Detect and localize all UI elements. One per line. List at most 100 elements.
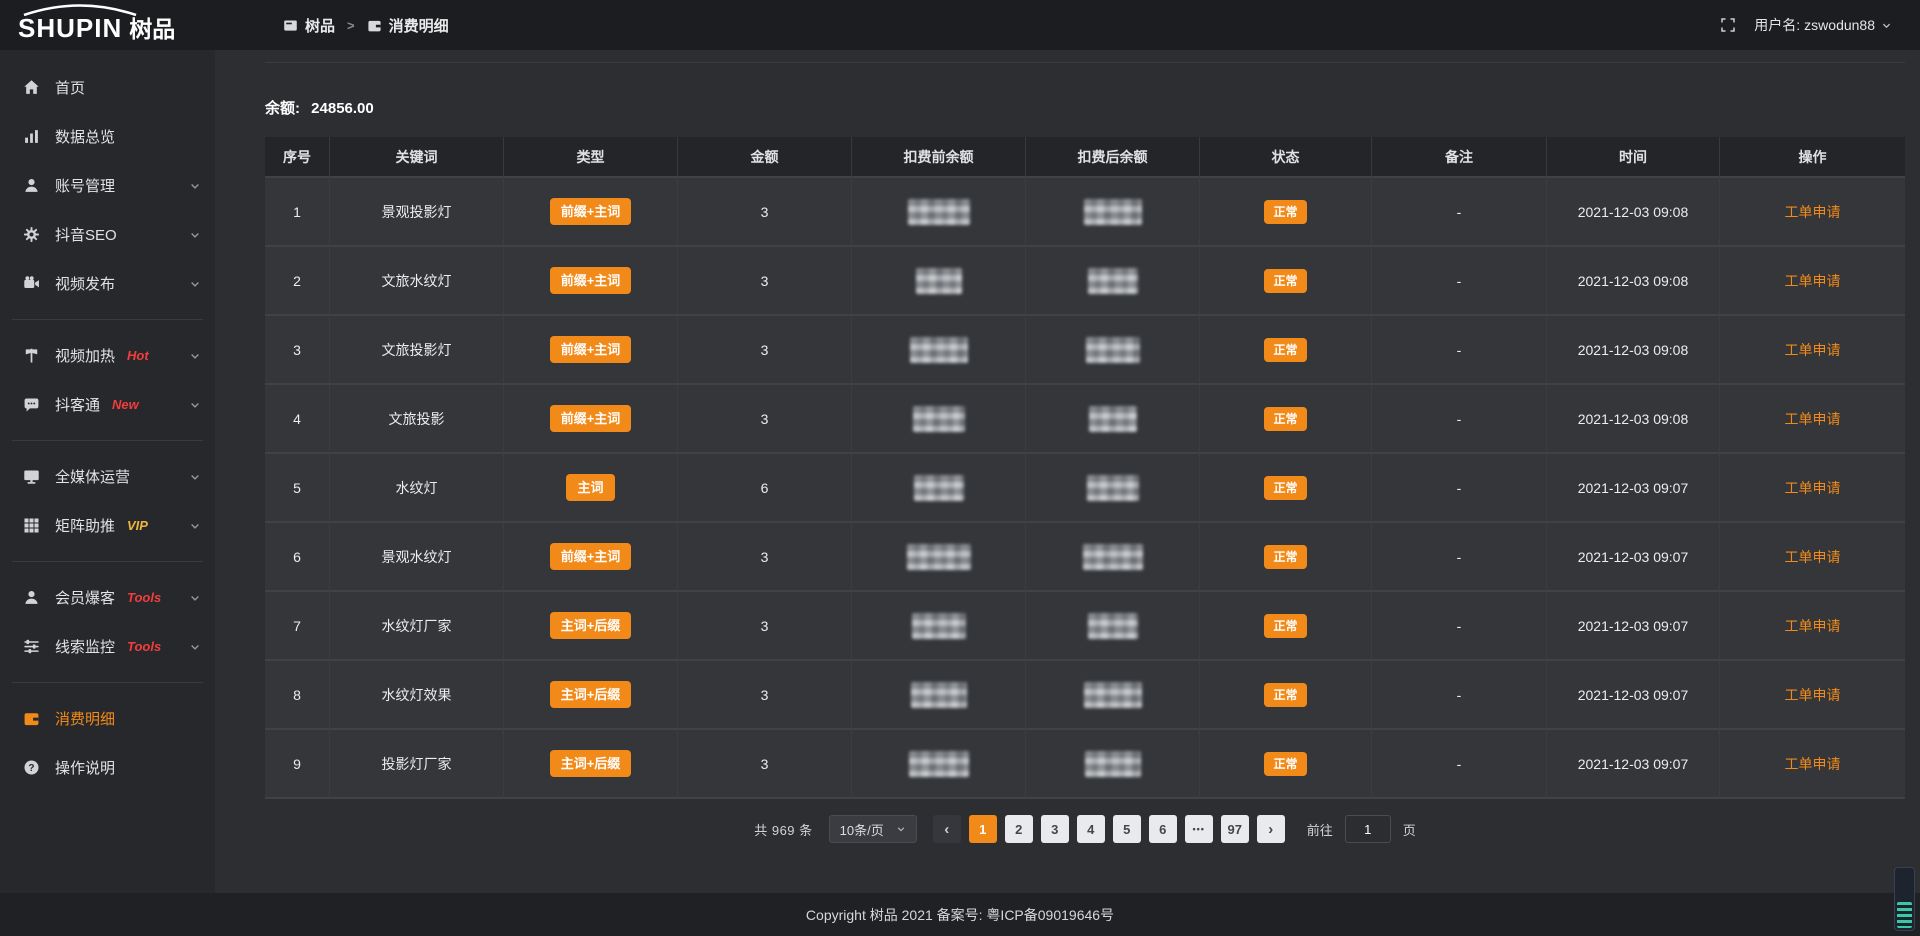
sidebar-item-tag: Hot [127,348,149,363]
cell-post-balance [1026,661,1200,730]
sidebar-item-all-media-operation[interactable]: 全媒体运营 [0,452,215,501]
chevron-down-icon [189,278,201,290]
chevron-down-icon [189,520,201,532]
cell-status: 正常 [1200,385,1372,454]
wallet-icon [22,710,41,727]
work-order-link[interactable]: 工单申请 [1785,618,1841,634]
table-row: 6景观水纹灯前缀+主词3正常-2021-12-03 09:07工单申请 [265,523,1905,592]
sidebar-item-label: 消费明细 [55,708,115,729]
next-page-button[interactable]: › [1257,815,1285,843]
user-icon [22,589,41,606]
brand-logo[interactable]: SHUPIN 树品 [0,0,215,50]
cell-status: 正常 [1200,523,1372,592]
page-button-3[interactable]: 3 [1041,815,1069,843]
status-badge: 正常 [1264,545,1306,569]
chevron-down-icon [189,592,201,604]
cell-index: 9 [265,730,330,799]
sidebar-item-operation-guide[interactable]: ?操作说明 [0,743,215,792]
sidebar-item-label: 抖音SEO [55,224,117,245]
sidebar-item-matrix-boost[interactable]: 矩阵助推VIP [0,501,215,550]
scroll-widget[interactable] [1894,867,1915,931]
cell-amount: 6 [678,454,852,523]
sidebar-item-data-overview[interactable]: 数据总览 [0,112,215,161]
masked-balance [1089,406,1137,432]
sidebar-item-douyin-seo[interactable]: 抖音SEO [0,210,215,259]
grid-icon [22,517,41,534]
cell-pre-balance [852,661,1026,730]
masked-balance [907,544,971,570]
sidebar-item-member-marketing[interactable]: 会员爆客Tools [0,573,215,622]
chevron-down-icon [189,180,201,192]
work-order-link[interactable]: 工单申请 [1785,756,1841,772]
cell-time: 2021-12-03 09:08 [1547,247,1720,316]
work-order-link[interactable]: 工单申请 [1785,687,1841,703]
sidebar-divider [12,682,203,683]
column-header-4: 扣费前余额 [852,137,1026,178]
work-order-link[interactable]: 工单申请 [1785,549,1841,565]
page-button-5[interactable]: 5 [1113,815,1141,843]
sidebar-item-account-management[interactable]: 账号管理 [0,161,215,210]
total-count: 共 969 条 [754,820,812,839]
user-icon [22,177,41,194]
sidebar-item-consumption-detail[interactable]: 消费明细 [0,694,215,743]
breadcrumb-shupin[interactable]: 树品 [305,15,335,36]
prev-page-button[interactable]: ‹ [933,815,961,843]
cell-post-balance [1026,730,1200,799]
status-badge: 正常 [1264,269,1306,293]
work-order-link[interactable]: 工单申请 [1785,342,1841,358]
chevron-down-icon [896,824,906,834]
sidebar: 首页数据总览账号管理抖音SEO视频发布视频加热Hot抖客通New全媒体运营矩阵助… [0,50,215,936]
cell-keyword: 水纹灯厂家 [330,592,504,661]
page-button-4[interactable]: 4 [1077,815,1105,843]
sidebar-item-clue-monitor[interactable]: 线索监控Tools [0,622,215,671]
breadcrumb-consumption-detail: 消费明细 [389,15,449,36]
masked-balance [1088,613,1138,639]
cell-type: 前缀+主词 [504,523,678,592]
sidebar-item-douketong[interactable]: 抖客通New [0,380,215,429]
cell-remark: - [1372,523,1547,592]
work-order-link[interactable]: 工单申请 [1785,204,1841,220]
cell-status: 正常 [1200,661,1372,730]
more-pages-button[interactable]: ••• [1185,815,1213,843]
cell-pre-balance [852,592,1026,661]
sidebar-divider [12,561,203,562]
table-row: 9投影灯厂家主词+后缀3正常-2021-12-03 09:07工单申请 [265,730,1905,799]
sidebar-item-video-publish[interactable]: 视频发布 [0,259,215,308]
cell-pre-balance [852,730,1026,799]
table-row: 8水纹灯效果主词+后缀3正常-2021-12-03 09:07工单申请 [265,661,1905,730]
breadcrumb-separator: > [347,18,355,33]
sliders-icon [22,638,41,655]
goto-page-input[interactable] [1345,815,1391,843]
table-row: 3文旅投影灯前缀+主词3正常-2021-12-03 09:08工单申请 [265,316,1905,385]
page-button-2[interactable]: 2 [1005,815,1033,843]
user-menu[interactable]: 用户名: zswodun88 [1754,15,1892,35]
sidebar-item-label: 首页 [55,77,85,98]
logo-text: SHUPIN [18,15,122,50]
sidebar-item-label: 矩阵助推 [55,515,115,536]
cell-keyword: 投影灯厂家 [330,730,504,799]
cell-amount: 3 [678,385,852,454]
gear-icon [22,226,41,243]
masked-balance [1087,475,1139,501]
breadcrumb: 树品 > 消费明细 [283,15,449,36]
sidebar-item-home-page[interactable]: 首页 [0,63,215,112]
page-button-6[interactable]: 6 [1149,815,1177,843]
fullscreen-icon[interactable] [1720,17,1736,33]
cell-status: 正常 [1200,454,1372,523]
sidebar-item-video-heating[interactable]: 视频加热Hot [0,331,215,380]
page-button-97[interactable]: 97 [1221,815,1249,843]
app-icon [283,18,298,33]
chat-icon [22,396,41,413]
work-order-link[interactable]: 工单申请 [1785,480,1841,496]
type-badge: 前缀+主词 [550,543,632,570]
status-badge: 正常 [1264,752,1306,776]
cell-remark: - [1372,661,1547,730]
work-order-link[interactable]: 工单申请 [1785,273,1841,289]
masked-balance [908,199,970,225]
work-order-link[interactable]: 工单申请 [1785,411,1841,427]
page-size-select[interactable]: 10条/页 [829,815,917,843]
page-button-1[interactable]: 1 [969,815,997,843]
cell-status: 正常 [1200,178,1372,247]
sidebar-item-label: 操作说明 [55,757,115,778]
goto-label: 前往 [1307,820,1333,839]
